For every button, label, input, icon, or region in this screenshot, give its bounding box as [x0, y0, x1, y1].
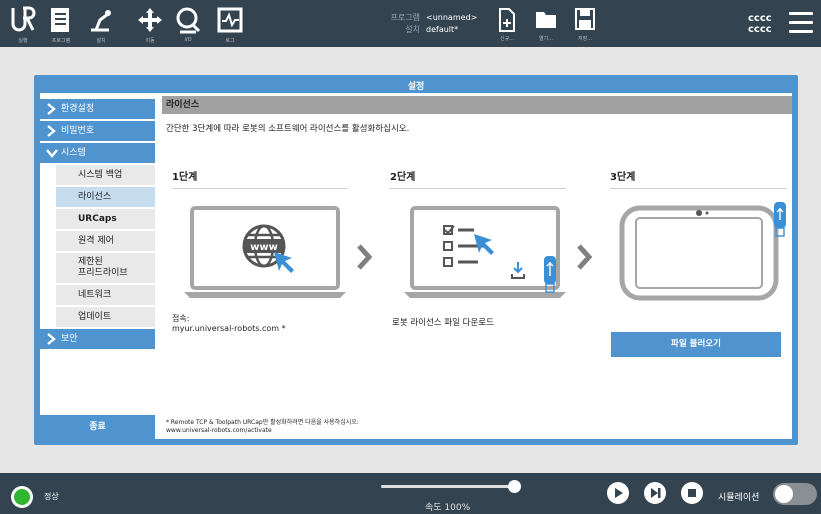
sidebar-item-password[interactable]: 비밀번호 — [40, 121, 155, 141]
new-button[interactable]: 신규... — [491, 0, 523, 47]
nav-log[interactable]: 로그 — [211, 0, 249, 47]
nav-installation-label: 설치 — [96, 38, 106, 44]
nav-move[interactable]: 이동 — [131, 0, 169, 47]
hamburger-menu-icon[interactable] — [789, 12, 813, 34]
download-icon — [511, 262, 525, 279]
cursor-icon — [274, 252, 294, 273]
nav-program-label: 프로그램 — [51, 38, 71, 44]
robot-name-line2: cccc — [748, 24, 772, 35]
program-icon — [51, 8, 69, 32]
dialog-body: 환경설정 비밀번호 시스템 시스템 백업 라이선스 URCaps 원격 제어 제… — [40, 93, 792, 439]
move-icon — [138, 8, 162, 32]
robot-name: cccc cccc — [748, 13, 772, 35]
save-button-label: 저장... — [578, 36, 592, 42]
nav-io[interactable]: I/O — [169, 0, 207, 47]
chevron-down-icon — [46, 149, 58, 158]
chevron-right-icon — [47, 125, 56, 137]
program-value: <unnamed> — [426, 13, 478, 22]
stop-icon — [688, 489, 696, 497]
sidebar-sub-restricted-freedrive[interactable]: 제한된 프리드라이브 — [56, 253, 155, 283]
open-button-label: 열기... — [539, 36, 553, 42]
sidebar-item-security[interactable]: 보안 — [40, 329, 155, 349]
load-file-button[interactable]: 파일 불러오기 — [611, 332, 781, 357]
ur-logo-icon — [11, 6, 36, 32]
sidebar-item-label: 시스템 — [61, 148, 86, 158]
open-folder-icon — [536, 12, 556, 28]
nav-program[interactable]: 프로그램 — [42, 0, 80, 47]
settings-dialog: 설정 환경설정 비밀번호 시스템 시스템 백업 라이선스 URCaps 원격 제… — [34, 75, 798, 445]
step-arrow-icon — [357, 244, 372, 270]
usb-stick-icon — [774, 202, 786, 237]
footnote-line1: * Remote TCP & Toolpath URCap만 활성화하려면 다음… — [166, 419, 359, 426]
step1-text-line1: 접속: — [172, 314, 190, 323]
new-file-icon — [499, 8, 515, 32]
step1-title: 1단계 — [172, 168, 348, 189]
program-key: 프로그램 — [390, 13, 420, 22]
sidebar-sub-license[interactable]: 라이선스 — [56, 187, 155, 207]
step1-text: 접속: myur.universal-robots.com * — [172, 314, 286, 334]
exit-button[interactable]: 종료 — [40, 415, 155, 439]
intro-text: 간단한 3단계에 따라 로봇의 소프트웨어 라이선스를 활성화하십시오. — [166, 124, 410, 134]
footnote-url: www.universal-robots.com/activate — [166, 427, 272, 434]
speed-label: 속도 100% — [425, 503, 471, 513]
nav-installation[interactable]: 설치 — [82, 0, 120, 47]
stop-button[interactable] — [681, 482, 703, 504]
log-icon — [217, 7, 243, 33]
open-button[interactable]: 열기... — [530, 0, 562, 47]
save-icon — [575, 8, 595, 30]
status-label: 정상 — [44, 492, 59, 501]
robot-status-icon[interactable] — [11, 486, 33, 508]
footnote: * Remote TCP & Toolpath URCap만 활성화하려면 다음… — [166, 419, 359, 435]
speed-slider-track[interactable] — [381, 485, 515, 488]
step2-text: 로봇 라이선스 파일 다운로드 — [392, 318, 494, 328]
speed-slider-handle[interactable] — [508, 480, 521, 493]
license-panel: 라이선스 간단한 3단계에 따라 로봇의 소프트웨어 라이선스를 활성화하십시오… — [162, 96, 792, 439]
dialog-title: 설정 — [407, 82, 425, 92]
www-text: www — [250, 242, 278, 253]
robot-name-line1: cccc — [748, 13, 772, 24]
install-value: default* — [426, 25, 459, 34]
sidebar-item-label: 보안 — [61, 334, 78, 344]
bottom-bar: 정상 속도 100% 시뮬레이션 — [0, 473, 821, 514]
nav-run-label: 실행 — [18, 38, 28, 44]
cursor-icon — [474, 234, 494, 255]
sidebar-item-system[interactable]: 시스템 — [40, 143, 155, 163]
teach-pendant-illustration — [619, 202, 786, 301]
installation-icon — [91, 10, 111, 32]
settings-sidebar: 환경설정 비밀번호 시스템 시스템 백업 라이선스 URCaps 원격 제어 제… — [40, 93, 158, 439]
step-icon — [651, 488, 661, 498]
nav-move-label: 이동 — [145, 38, 155, 44]
section-heading: 라이선스 — [162, 96, 792, 114]
new-button-label: 신규... — [500, 36, 514, 42]
chevron-right-icon — [47, 333, 56, 345]
step3-title: 3단계 — [610, 168, 786, 189]
save-button[interactable]: 저장... — [569, 0, 601, 47]
play-button[interactable] — [607, 482, 629, 504]
nav-log-label: 로그 — [225, 38, 235, 44]
step2-title: 2단계 — [390, 168, 566, 189]
chevron-right-icon — [47, 103, 56, 115]
sidebar-sub-urcaps[interactable]: URCaps — [56, 209, 155, 229]
install-key: 설치 — [405, 25, 420, 34]
step-button[interactable] — [644, 482, 666, 504]
laptop-download-illustration — [404, 206, 566, 298]
sidebar-item-label: 환경설정 — [61, 104, 95, 114]
sidebar-sub-network[interactable]: 네트워크 — [56, 285, 155, 305]
laptop-www-illustration: www — [184, 206, 346, 298]
simulation-label: 시뮬레이션 — [718, 493, 760, 503]
step-arrow-icon — [577, 244, 592, 270]
sidebar-item-label: 비밀번호 — [61, 126, 95, 136]
nav-io-label: I/O — [184, 37, 192, 43]
nav-run[interactable]: 실행 — [4, 0, 42, 47]
sidebar-sub-remote-control[interactable]: 원격 제어 — [56, 231, 155, 251]
play-icon — [615, 488, 623, 498]
step1-url: myur.universal-robots.com * — [172, 324, 286, 333]
sidebar-item-preferences[interactable]: 환경설정 — [40, 99, 155, 119]
simulation-toggle[interactable] — [773, 483, 817, 505]
sidebar-sub-update[interactable]: 업데이트 — [56, 307, 155, 327]
sidebar-sub-system-backup[interactable]: 시스템 백업 — [56, 165, 155, 185]
io-icon — [176, 7, 201, 34]
top-bar: 실행 프로그램 설치 이동 I/O 로그 프로그램 <unnamed> 설치 d… — [0, 0, 821, 47]
